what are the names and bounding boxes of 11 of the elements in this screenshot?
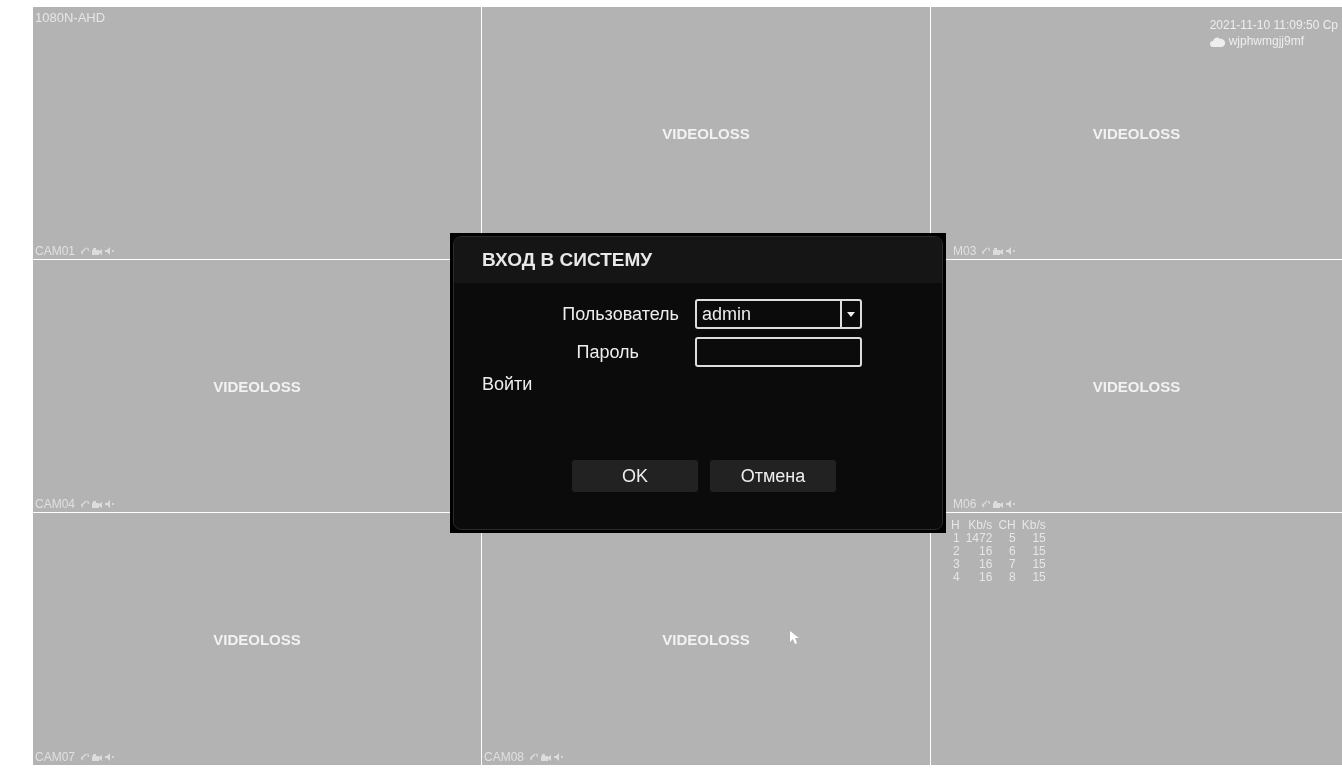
- cloud-id: wjphwmgjj9mf: [1228, 35, 1305, 47]
- video-loss-text: VIDEOLOSS: [213, 377, 301, 397]
- video-loss-text: VIDEOLOSS: [662, 124, 750, 144]
- video-loss-text: VIDEOLOSS: [213, 630, 301, 650]
- date-time: 2021-11-10 11:09:50 Ср: [1209, 19, 1338, 31]
- video-loss-text: VIDEOLOSS: [1092, 124, 1181, 144]
- video-loss-text: VIDEOLOSS: [1092, 377, 1181, 397]
- login-status-text: Войти: [482, 373, 533, 396]
- video-loss-text: VIDEOLOSS: [662, 630, 750, 650]
- password-label: Пароль: [575, 340, 640, 364]
- user-label: Пользователь: [561, 302, 679, 326]
